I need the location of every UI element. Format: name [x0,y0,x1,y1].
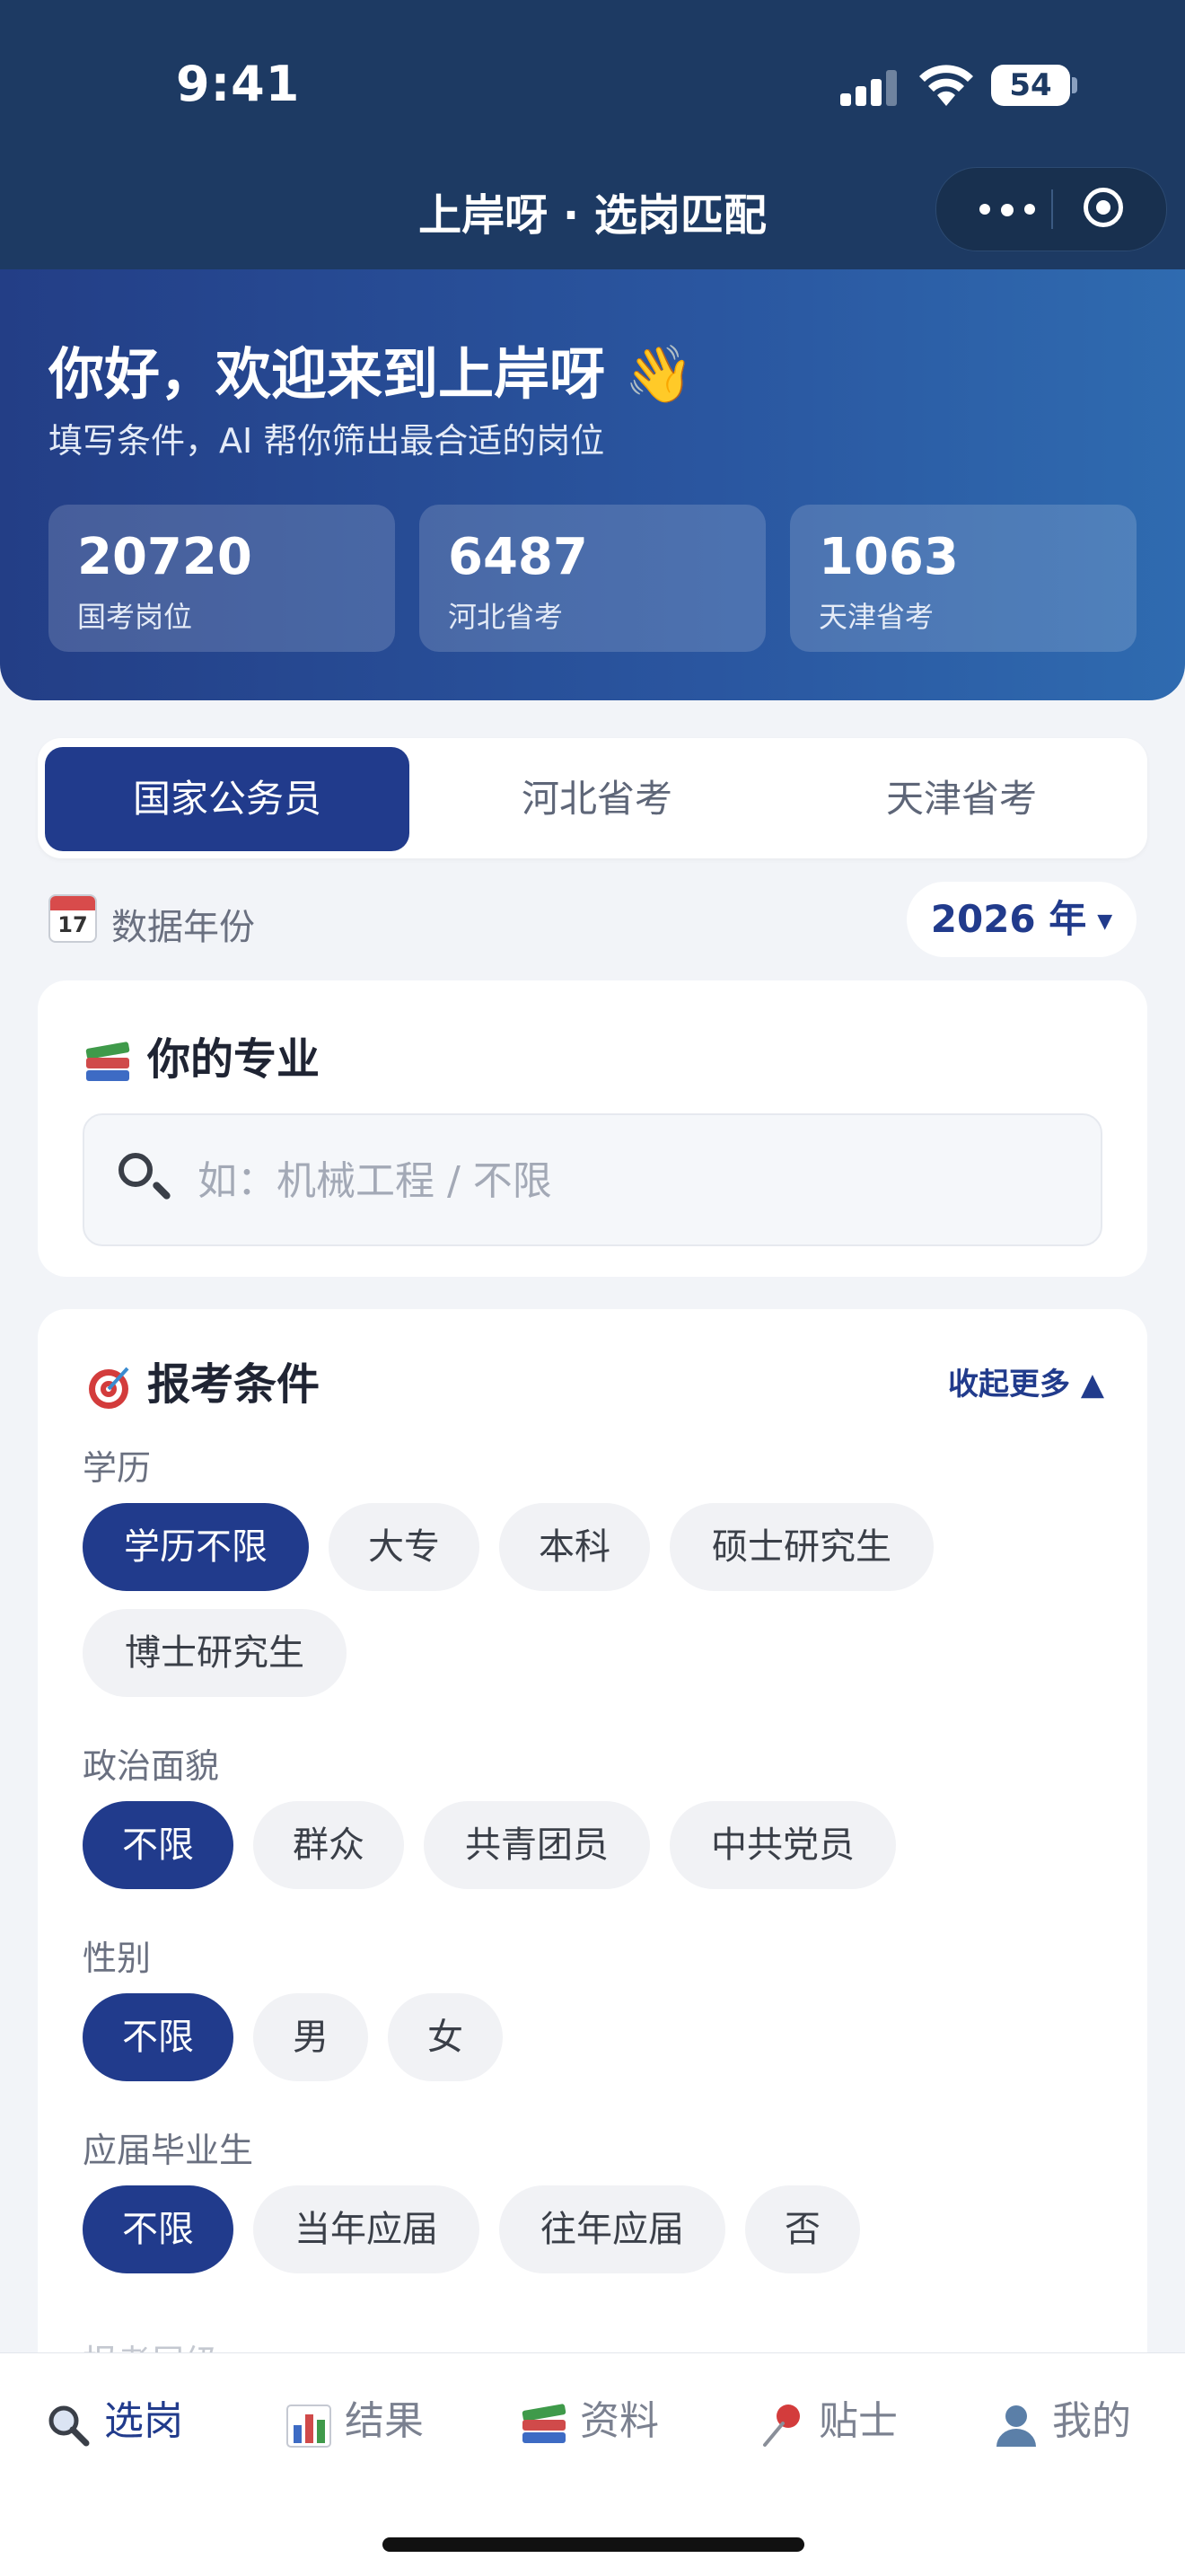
fresh-grad-label: 应届毕业生 [83,2131,254,2170]
hero-subtitle: 填写条件，AI 帮你筛出最合适的岗位 [48,421,605,461]
pin-icon [759,2400,806,2447]
major-search-box [83,1113,1102,1246]
chip-gender-any[interactable]: 不限 [83,1993,233,2081]
conditions-title: 报考条件 [84,1349,320,1411]
chip-gender-male[interactable]: 男 [253,1993,368,2081]
stat-label: 河北省考 [448,600,564,634]
stat-value: 1063 [819,528,959,586]
chip-fresh-previous[interactable]: 往年应届 [499,2185,725,2273]
status-time: 9:41 [176,56,301,112]
chip-education-college[interactable]: 大专 [329,1503,479,1591]
chip-political-any[interactable]: 不限 [83,1801,233,1889]
search-icon [118,1153,153,1187]
chip-fresh-no[interactable]: 否 [745,2185,860,2273]
exam-type-tabs: 国家公务员 河北省考 天津省考 [38,738,1147,858]
chip-fresh-any[interactable]: 不限 [83,2185,233,2273]
stat-card-hebei: 6487 河北省考 [419,505,766,652]
target-icon [89,1367,129,1409]
data-year-label: 数据年份 [111,907,255,948]
tab-hebei[interactable]: 河北省考 [415,747,779,851]
hero-title: 你好，欢迎来到上岸呀 👋 [48,341,694,407]
tab-tianjin[interactable]: 天津省考 [779,747,1144,851]
stat-label: 国考岗位 [77,600,193,634]
chart-icon [285,2400,332,2448]
major-search-input[interactable] [196,1142,1061,1219]
stat-value: 20720 [77,528,252,586]
tabbar-item-mine[interactable]: 我的 [993,2386,1131,2457]
more-icon[interactable] [961,168,1051,251]
chip-education-master[interactable]: 硕士研究生 [670,1503,934,1591]
top-bar: 9:41 54 上岸呀 · 选岗匹配 [0,0,1185,269]
battery-icon: 54 [991,65,1070,106]
battery-nub [1072,77,1077,93]
chip-education-bachelor[interactable]: 本科 [499,1503,650,1591]
search-icon [45,2400,92,2447]
home-indicator [382,2537,804,2552]
data-year-row: 17 数据年份 2026 年 ▼ [48,882,1137,957]
stat-value: 6487 [448,528,588,586]
books-icon [521,2400,567,2447]
major-title: 你的专业 [84,1024,320,1086]
gender-label: 性别 [83,1939,152,1978]
stat-card-tianjin: 1063 天津省考 [790,505,1137,652]
tab-national[interactable]: 国家公务员 [45,747,409,851]
close-mini-program-icon[interactable] [1084,188,1123,227]
major-card: 你的专业 [38,980,1147,1277]
user-icon [993,2400,1040,2447]
chip-political-masses[interactable]: 群众 [253,1801,404,1889]
books-icon [84,1038,133,1086]
chip-fresh-current[interactable]: 当年应届 [253,2185,479,2273]
mini-program-capsule [935,167,1167,251]
hero-banner: 你好，欢迎来到上岸呀 👋 填写条件，AI 帮你筛出最合适的岗位 20720 国考… [0,269,1185,700]
tabbar-item-select[interactable]: 选岗 [45,2386,183,2457]
caret-down-icon: ▼ [1097,910,1113,933]
year-value: 2026 年 [930,897,1087,941]
cellular-signal-icon [840,70,898,106]
chip-education-any[interactable]: 学历不限 [83,1503,309,1591]
tabbar-item-materials[interactable]: 资料 [521,2386,659,2457]
tabbar-item-tips[interactable]: 贴士 [759,2386,898,2457]
chip-political-party[interactable]: 中共党员 [670,1801,896,1889]
education-label: 学历 [83,1448,152,1488]
capsule-divider [1051,189,1053,229]
political-label: 政治面貌 [83,1746,220,1786]
chip-political-league[interactable]: 共青团员 [424,1801,650,1889]
chip-education-doctor[interactable]: 博士研究生 [83,1609,347,1697]
collapse-more-button[interactable]: 收起更多 ▲ [948,1359,1104,1403]
wifi-icon [919,65,973,106]
conditions-card: 报考条件 收起更多 ▲ 学历 学历不限 大专 本科 硕士研究生 博士研究生 政治… [38,1309,1147,2387]
calendar-icon: 17 [48,894,97,943]
chip-gender-female[interactable]: 女 [388,1993,503,2081]
stat-card-national: 20720 国考岗位 [48,505,395,652]
tabbar-item-results[interactable]: 结果 [285,2386,424,2457]
year-picker[interactable]: 2026 年 ▼ [907,882,1137,957]
stat-label: 天津省考 [819,600,935,634]
